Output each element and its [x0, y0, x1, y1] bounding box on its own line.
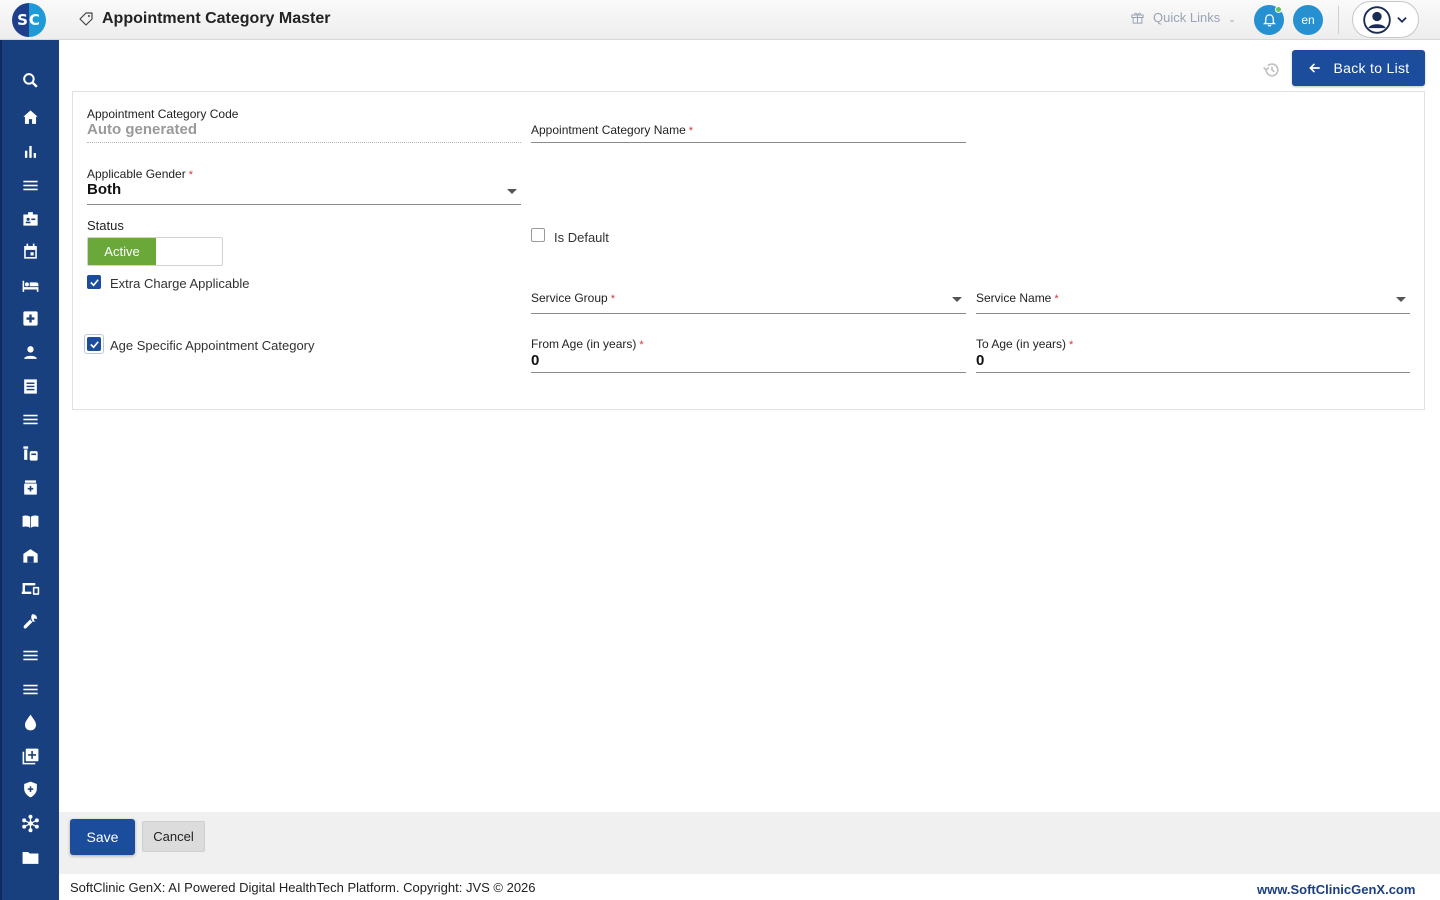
to-age-label: To Age (in years) * — [976, 337, 1074, 351]
medicine-icon[interactable] — [19, 476, 41, 498]
hub-icon[interactable] — [19, 812, 41, 834]
gift-icon — [1131, 12, 1144, 24]
footer-copyright: SoftClinic GenX: AI Powered Digital Heal… — [70, 880, 536, 895]
is-default-label: Is Default — [554, 230, 609, 245]
service-group-select[interactable] — [531, 313, 966, 314]
gender-underline — [87, 204, 521, 205]
search-icon[interactable] — [19, 69, 41, 91]
list-icon[interactable] — [19, 678, 41, 700]
home-icon[interactable] — [19, 106, 41, 128]
from-age-input[interactable]: 0 — [531, 352, 539, 369]
page-title-wrap: Appointment Category Master — [78, 10, 330, 28]
language-button[interactable]: en — [1293, 5, 1323, 35]
wrench-icon[interactable] — [19, 610, 41, 632]
service-group-label: Service Group * — [531, 291, 615, 305]
gender-caret-icon[interactable] — [507, 189, 517, 194]
history-icon[interactable] — [1262, 60, 1282, 80]
add-box-icon[interactable] — [19, 745, 41, 767]
age-specific-checkbox[interactable] — [87, 337, 101, 351]
is-default-checkbox[interactable] — [531, 228, 545, 242]
page-title: Appointment Category Master — [102, 10, 331, 27]
quick-links-menu[interactable]: Quick Links ⌄ — [1130, 10, 1236, 25]
status-toggle[interactable]: Active — [87, 237, 223, 266]
menu-icon[interactable] — [19, 644, 41, 666]
list-icon[interactable] — [19, 408, 41, 430]
notification-button[interactable] — [1254, 5, 1284, 35]
service-name-caret-icon[interactable] — [1396, 297, 1406, 302]
calendar-icon[interactable] — [19, 240, 41, 262]
to-age-input[interactable]: 0 — [976, 352, 984, 369]
receipt-icon[interactable] — [19, 375, 41, 397]
person-icon[interactable] — [19, 341, 41, 363]
chevron-down-icon — [1396, 16, 1407, 23]
devices-icon[interactable] — [19, 577, 41, 599]
footer-website-link[interactable]: www.SoftClinicGenX.com — [1257, 882, 1415, 897]
form-card — [72, 91, 1425, 410]
tag-icon — [79, 12, 93, 26]
extra-charge-label: Extra Charge Applicable — [110, 276, 250, 291]
medical-plus-icon[interactable] — [19, 307, 41, 329]
avatar-icon — [1362, 5, 1391, 34]
store-icon[interactable] — [19, 544, 41, 566]
caret-down-icon: ⌄ — [1228, 13, 1236, 24]
applicable-gender-select[interactable]: Both — [87, 181, 121, 198]
back-to-list-label: Back to List — [1333, 60, 1410, 76]
action-bar — [59, 812, 1440, 874]
top-header: SC Appointment Category Master Quick Lin… — [0, 0, 1440, 40]
shield-icon[interactable] — [19, 778, 41, 800]
check-icon — [89, 278, 99, 286]
service-name-select[interactable] — [976, 313, 1410, 314]
user-menu-button[interactable] — [1352, 1, 1419, 38]
category-name-input[interactable] — [531, 142, 966, 143]
save-button[interactable]: Save — [70, 819, 135, 855]
sidebar — [0, 40, 59, 900]
check-icon — [89, 340, 99, 348]
bell-icon — [1262, 13, 1276, 26]
book-icon[interactable] — [19, 510, 41, 532]
arrow-left-icon — [1308, 63, 1320, 73]
folder-icon[interactable] — [19, 846, 41, 868]
quick-links-label: Quick Links — [1153, 10, 1221, 25]
service-name-label: Service Name * — [976, 291, 1059, 305]
drop-icon[interactable] — [19, 711, 41, 733]
menu-icon[interactable] — [19, 174, 41, 196]
bed-icon[interactable] — [19, 274, 41, 296]
category-code-value: Auto generated — [87, 121, 198, 138]
status-label: Status — [87, 218, 124, 233]
app-logo[interactable]: SC — [12, 3, 46, 37]
category-name-label: Appointment Category Name * — [531, 123, 694, 137]
from-age-label: From Age (in years) * — [531, 337, 644, 351]
applicable-gender-label: Applicable Gender * — [87, 167, 194, 181]
cancel-button[interactable]: Cancel — [142, 821, 205, 852]
from-age-underline — [531, 372, 966, 373]
badge-icon[interactable] — [19, 207, 41, 229]
bar-chart-icon[interactable] — [19, 140, 41, 162]
notification-dot — [1275, 6, 1282, 13]
back-to-list-button[interactable]: Back to List — [1292, 50, 1425, 86]
category-code-label: Appointment Category Code — [87, 107, 239, 121]
header-divider — [1338, 6, 1339, 34]
status-active-option[interactable]: Active — [88, 238, 156, 265]
age-specific-label: Age Specific Appointment Category — [110, 338, 315, 353]
category-code-underline — [87, 142, 521, 143]
to-age-underline — [976, 372, 1410, 373]
service-group-caret-icon[interactable] — [952, 297, 962, 302]
vials-icon[interactable] — [19, 442, 41, 464]
extra-charge-checkbox[interactable] — [87, 275, 101, 289]
